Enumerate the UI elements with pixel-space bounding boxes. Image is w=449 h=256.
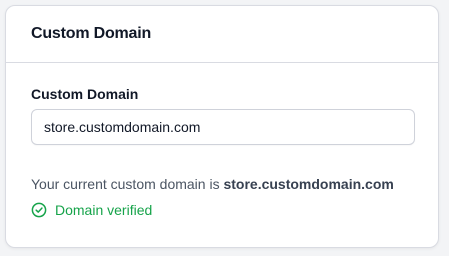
custom-domain-input-wrapper[interactable] [31, 109, 415, 145]
verification-status-text: Domain verified [55, 202, 153, 218]
verification-status: Domain verified [31, 202, 414, 218]
custom-domain-input[interactable] [44, 119, 402, 135]
check-circle-icon [31, 202, 47, 218]
custom-domain-label: Custom Domain [31, 86, 139, 102]
card-header: Custom Domain [6, 6, 438, 63]
custom-domain-card: Custom Domain Custom Domain Your current… [5, 5, 439, 248]
current-domain-text: Your current custom domain is store.cust… [31, 176, 414, 192]
current-domain-prefix: Your current custom domain is [31, 176, 220, 192]
card-body: Custom Domain Your current custom domain… [6, 86, 438, 218]
current-domain-value: store.customdomain.com [223, 176, 394, 192]
card-title: Custom Domain [31, 25, 152, 42]
